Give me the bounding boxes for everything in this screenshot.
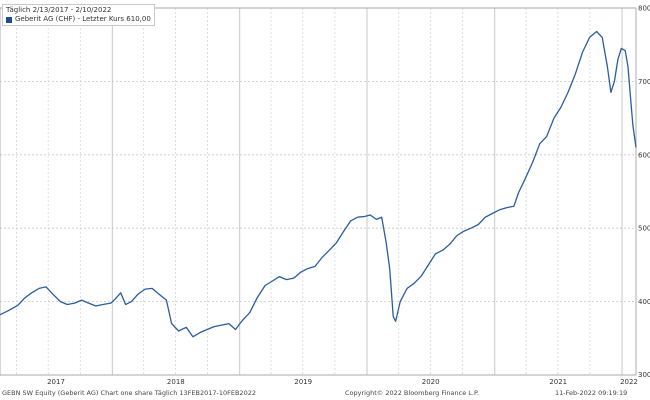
x-tick-label: 2017: [47, 378, 65, 386]
x-tick-label: 2018: [167, 378, 185, 386]
legend-date-range-row: Täglich 2/13/2017 - 2/10/2022: [6, 6, 151, 15]
y-tick-label: 300: [638, 371, 650, 379]
x-tick-label: 2022: [620, 378, 638, 386]
footer-copyright: Copyright© 2022 Bloomberg Finance L.P.: [345, 389, 479, 397]
series-swatch-icon: [6, 16, 12, 23]
x-tick-label: 2020: [422, 378, 440, 386]
x-tick-label: 2021: [549, 378, 567, 386]
x-tick-label: 2019: [294, 378, 312, 386]
y-tick-label: 500: [638, 225, 650, 233]
y-tick-label: 600: [638, 151, 650, 159]
price-chart: 300 400 500 600 700 800 2017 2018 2019 2020 2021 2…: [0, 0, 650, 400]
footer-security-info: GEBN SW Equity (Geberit AG) Chart one sh…: [2, 389, 256, 397]
chart-background: [0, 0, 650, 400]
y-tick-label: 700: [638, 78, 650, 86]
footer-timestamp: 11-Feb-2022 09:19:19: [555, 389, 628, 397]
legend-series-row: Geberit AG (CHF) - Letzter Kurs 610,00: [6, 15, 151, 24]
legend: Täglich 2/13/2017 - 2/10/2022 Geberit AG…: [2, 4, 155, 26]
chart-root: 300 400 500 600 700 800 2017 2018 2019 2020 2021 2…: [0, 0, 650, 400]
legend-date-range: Täglich 2/13/2017 - 2/10/2022: [6, 6, 112, 14]
y-tick-label: 800: [638, 5, 650, 13]
footer: GEBN SW Equity (Geberit AG) Chart one sh…: [0, 388, 650, 400]
legend-series-label: Geberit AG (CHF) - Letzter Kurs 610,00: [15, 15, 151, 23]
y-tick-label: 400: [638, 298, 650, 306]
